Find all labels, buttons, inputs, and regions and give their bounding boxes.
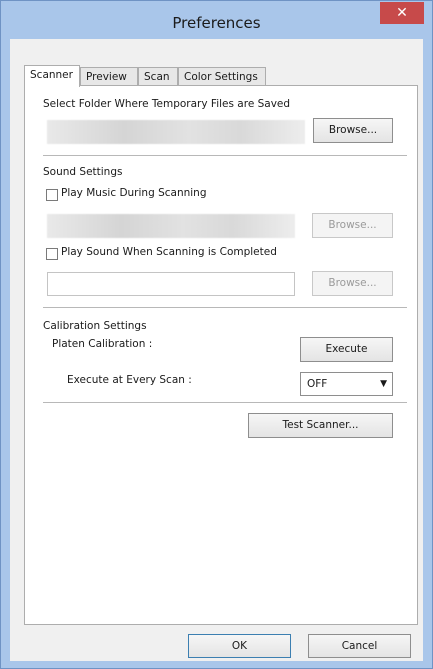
sound-file-path-field[interactable] bbox=[47, 272, 295, 296]
temp-folder-path-field[interactable] bbox=[47, 120, 305, 144]
temp-folder-label: Select Folder Where Temporary Files are … bbox=[43, 98, 291, 110]
window-title: Preferences bbox=[172, 14, 261, 32]
scanner-tab-panel: Select Folder Where Temporary Files are … bbox=[24, 85, 418, 625]
execute-calibration-button[interactable]: Execute bbox=[300, 337, 393, 362]
separator bbox=[43, 155, 407, 157]
music-browse-button[interactable]: Browse... bbox=[312, 213, 393, 238]
cancel-button[interactable]: Cancel bbox=[308, 634, 411, 658]
title-bar[interactable]: Preferences ✕ bbox=[1, 1, 432, 39]
test-scanner-button[interactable]: Test Scanner... bbox=[248, 413, 393, 438]
chevron-down-icon: ▼ bbox=[380, 379, 387, 389]
execute-every-scan-label: Execute at Every Scan : bbox=[67, 374, 192, 386]
play-sound-label: Play Sound When Scanning is Completed bbox=[61, 246, 277, 258]
play-music-label: Play Music During Scanning bbox=[61, 187, 207, 199]
sound-settings-label: Sound Settings bbox=[43, 166, 123, 178]
tab-preview[interactable]: Preview bbox=[80, 67, 138, 86]
close-icon: ✕ bbox=[396, 5, 408, 21]
dialog-client-area: Scanner Preview Scan Color Settings Sele… bbox=[10, 39, 423, 661]
preferences-window: Preferences ✕ Scanner Preview Scan Color… bbox=[0, 0, 433, 669]
separator bbox=[43, 307, 407, 309]
execute-every-scan-select[interactable]: OFF ▼ bbox=[300, 372, 393, 396]
play-sound-checkbox[interactable] bbox=[46, 248, 58, 260]
tab-scanner[interactable]: Scanner bbox=[24, 65, 80, 87]
play-music-checkbox[interactable] bbox=[46, 189, 58, 201]
temp-folder-browse-button[interactable]: Browse... bbox=[313, 118, 393, 143]
platen-calibration-label: Platen Calibration : bbox=[52, 338, 153, 350]
separator bbox=[43, 402, 407, 404]
ok-button[interactable]: OK bbox=[188, 634, 291, 658]
calibration-settings-label: Calibration Settings bbox=[43, 320, 147, 332]
tab-scan[interactable]: Scan bbox=[138, 67, 178, 86]
sound-browse-button[interactable]: Browse... bbox=[312, 271, 393, 296]
music-file-path-field[interactable] bbox=[47, 214, 295, 238]
execute-every-scan-value: OFF bbox=[307, 378, 328, 390]
tab-color-settings[interactable]: Color Settings bbox=[178, 67, 266, 86]
close-button[interactable]: ✕ bbox=[380, 2, 424, 24]
